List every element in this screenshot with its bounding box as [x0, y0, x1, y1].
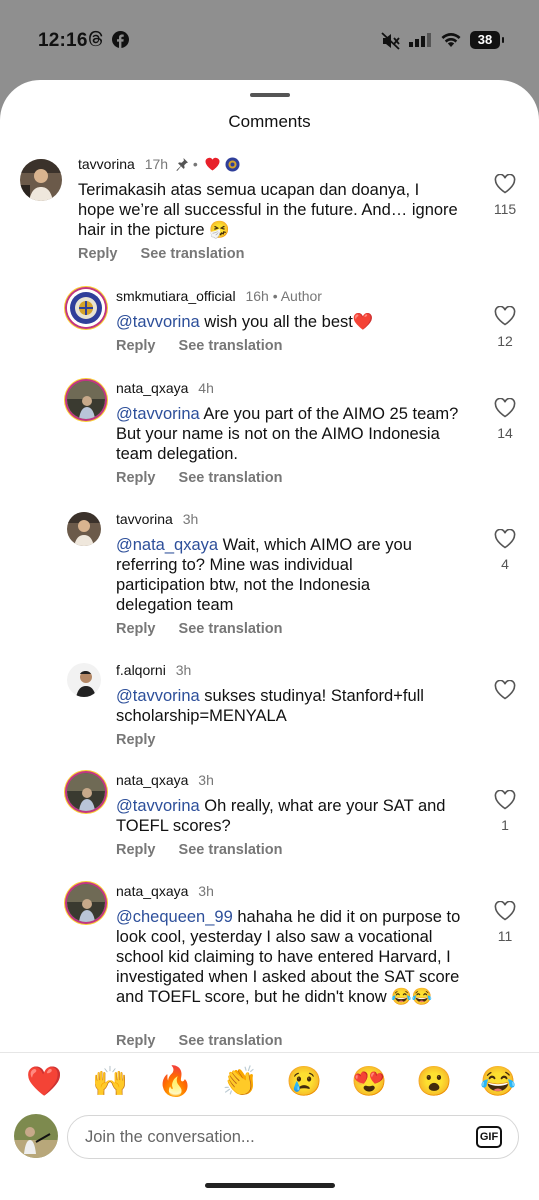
- like-button[interactable]: 11: [490, 900, 520, 944]
- comment-time: 4h: [198, 380, 214, 396]
- like-count: 14: [497, 425, 513, 441]
- reply-button[interactable]: Reply: [116, 338, 156, 354]
- mention-link[interactable]: @tavvorina: [116, 687, 200, 705]
- mention-link[interactable]: @nata_qxaya: [116, 536, 218, 554]
- avatar[interactable]: [67, 884, 105, 922]
- comment-text: @chequeen_99 hahaha he did it on purpose…: [116, 908, 461, 1006]
- mute-icon: [381, 32, 401, 55]
- like-button[interactable]: [490, 679, 520, 707]
- avatar[interactable]: [67, 381, 105, 419]
- like-button[interactable]: 115: [490, 173, 520, 217]
- status-bar: 12:16 38: [0, 0, 539, 80]
- heart-filled-icon: [205, 157, 220, 174]
- comment-username[interactable]: tavvorina: [116, 511, 173, 527]
- comments-sheet: Comments tavvorina 17h • Terimakasih ata…: [0, 80, 539, 1200]
- battery-icon: 38: [470, 31, 504, 49]
- mention-link[interactable]: @chequeen_99: [116, 908, 233, 926]
- heart-outline-icon[interactable]: [494, 397, 516, 422]
- status-time: 12:16: [38, 30, 88, 51]
- comment-text: @tavvorina wish you all the best❤️: [116, 313, 374, 331]
- comment-username[interactable]: tavvorina: [78, 156, 135, 172]
- mention-link[interactable]: @tavvorina: [116, 797, 200, 815]
- home-indicator[interactable]: [205, 1183, 335, 1188]
- threads-icon: [88, 30, 104, 53]
- drag-handle[interactable]: [250, 93, 290, 97]
- like-count: 4: [501, 556, 509, 572]
- sheet-title: Comments: [228, 112, 311, 131]
- avatar[interactable]: [67, 663, 101, 697]
- like-button[interactable]: 12: [490, 305, 520, 349]
- comment-text: @tavvorina Oh really, what are your SAT …: [116, 797, 446, 835]
- heart-outline-icon[interactable]: [494, 679, 516, 704]
- signal-icon: [409, 33, 435, 52]
- comment-time: 16h: [245, 288, 269, 304]
- comment-text: @tavvorina Are you part of the AIMO 25 t…: [116, 405, 459, 463]
- comment-time: 3h: [182, 511, 199, 527]
- heart-outline-icon[interactable]: [494, 305, 516, 330]
- comment-time: 17h: [144, 156, 169, 172]
- emoji-laughing[interactable]: 😂: [480, 1065, 516, 1099]
- mention-link[interactable]: @tavvorina: [116, 405, 200, 423]
- avatar[interactable]: [67, 512, 101, 546]
- see-translation-button[interactable]: See translation: [179, 470, 283, 486]
- comment-username[interactable]: f.alqorni: [116, 662, 166, 678]
- comment-composer: Join the conversation... GIF: [0, 1110, 539, 1180]
- comment-time: 3h: [198, 883, 214, 899]
- avatar[interactable]: [67, 289, 105, 327]
- emoji-heart-eyes[interactable]: 😍: [351, 1065, 387, 1099]
- comment-username[interactable]: nata_qxaya: [116, 380, 188, 396]
- emoji-fire[interactable]: 🔥: [157, 1065, 193, 1099]
- author-badge: • Author: [272, 288, 322, 304]
- wifi-icon: [440, 31, 462, 53]
- avatar[interactable]: [20, 159, 62, 201]
- emoji-reaction-bar: ❤️ 🙌 🔥 👏 😢 😍 😮 😂: [0, 1052, 539, 1111]
- mention-link[interactable]: @tavvorina: [116, 313, 200, 331]
- comment-time: 3h: [175, 662, 192, 678]
- like-count: 12: [497, 333, 513, 349]
- reply-button[interactable]: Reply: [116, 621, 156, 637]
- reply-button[interactable]: Reply: [116, 732, 156, 748]
- like-count: 1: [501, 817, 509, 833]
- comment-text: @nata_qxaya Wait, which AIMO are you ref…: [116, 536, 412, 614]
- facebook-icon: [112, 31, 129, 53]
- pin-icon: [175, 157, 189, 174]
- comment-username[interactable]: nata_qxaya: [116, 772, 188, 788]
- heart-outline-icon[interactable]: [494, 528, 516, 553]
- see-translation-button[interactable]: See translation: [179, 338, 283, 354]
- reply-button[interactable]: Reply: [116, 1033, 156, 1049]
- comment-input-placeholder: Join the conversation...: [85, 1128, 255, 1146]
- author-avatar-badge: [225, 157, 240, 175]
- avatar[interactable]: [67, 773, 105, 811]
- gif-button[interactable]: GIF: [476, 1126, 502, 1148]
- reply-button[interactable]: Reply: [78, 246, 118, 262]
- like-count: 115: [493, 201, 517, 217]
- emoji-raised-hands[interactable]: 🙌: [92, 1065, 128, 1099]
- see-translation-button[interactable]: See translation: [141, 246, 245, 262]
- see-translation-button[interactable]: See translation: [179, 621, 283, 637]
- reply-button[interactable]: Reply: [116, 842, 156, 858]
- comment-input[interactable]: Join the conversation... GIF: [67, 1115, 519, 1159]
- comment-text: @tavvorina sukses studinya! Stanford+ful…: [116, 687, 424, 725]
- see-translation-button[interactable]: See translation: [179, 1033, 283, 1049]
- my-avatar[interactable]: [14, 1114, 58, 1158]
- emoji-crying[interactable]: 😢: [286, 1065, 322, 1099]
- see-translation-button[interactable]: See translation: [179, 842, 283, 858]
- like-count: 11: [497, 928, 513, 944]
- like-button[interactable]: 4: [490, 528, 520, 572]
- emoji-clap[interactable]: 👏: [222, 1065, 258, 1099]
- emoji-surprised[interactable]: 😮: [416, 1065, 452, 1099]
- reply-button[interactable]: Reply: [116, 470, 156, 486]
- like-button[interactable]: 1: [490, 789, 520, 833]
- comment-time: 3h: [198, 772, 214, 788]
- comment-username[interactable]: smkmutiara_official: [116, 288, 236, 304]
- like-button[interactable]: 14: [490, 397, 520, 441]
- emoji-heart[interactable]: ❤️: [26, 1065, 62, 1099]
- heart-outline-icon[interactable]: [494, 173, 516, 198]
- heart-outline-icon[interactable]: [494, 900, 516, 925]
- comment-username[interactable]: nata_qxaya: [116, 883, 188, 899]
- comment-text: Terimakasih atas semua ucapan dan doanya…: [78, 181, 458, 239]
- heart-outline-icon[interactable]: [494, 789, 516, 814]
